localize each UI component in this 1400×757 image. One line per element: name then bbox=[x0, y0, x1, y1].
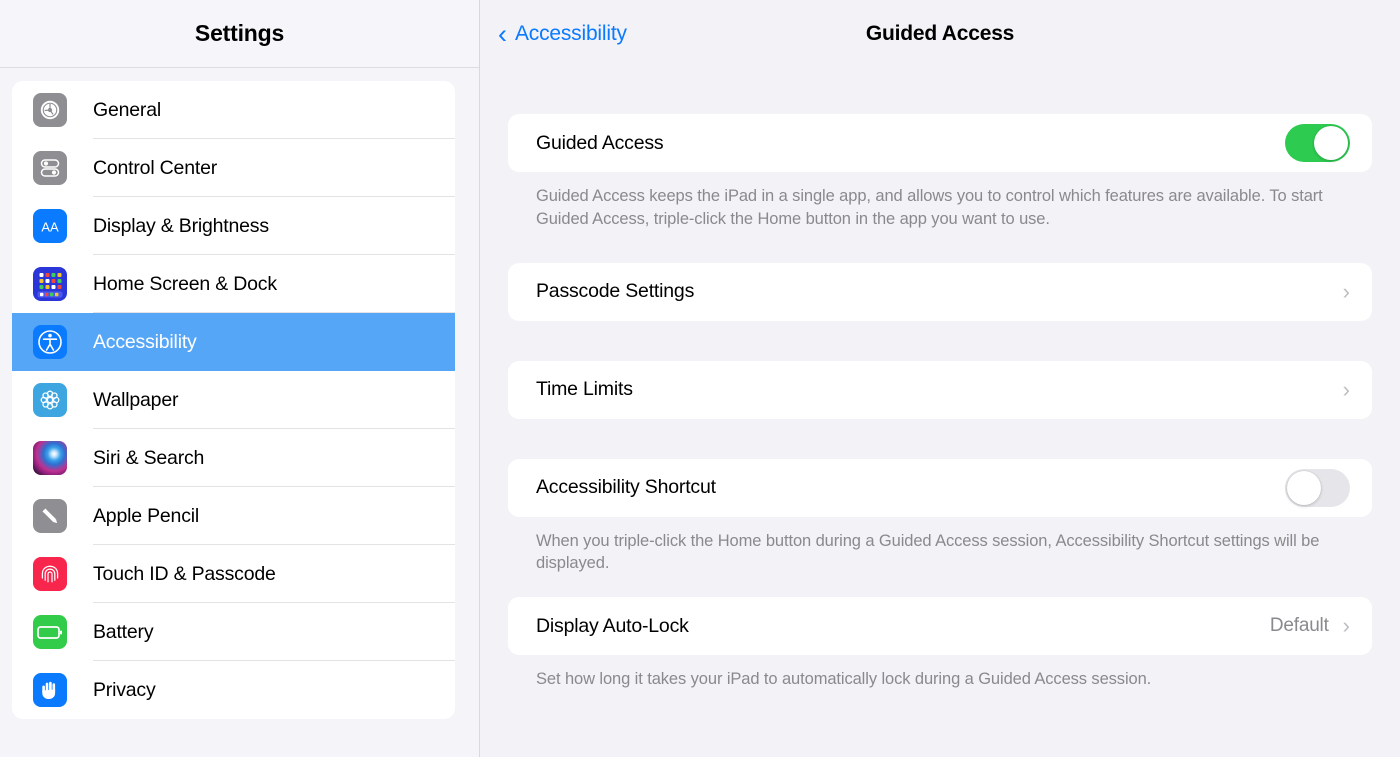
accessibility-shortcut-label: Accessibility Shortcut bbox=[536, 476, 716, 499]
sidebar-item-label: General bbox=[93, 98, 161, 121]
detail-header: ‹ Accessibility Guided Access bbox=[480, 0, 1400, 68]
time-limits-label: Time Limits bbox=[536, 378, 633, 401]
sidebar-item-wallpaper[interactable]: Wallpaper bbox=[12, 371, 455, 429]
text-size-aa-icon: AA bbox=[33, 209, 67, 243]
accessibility-shortcut-row[interactable]: Accessibility Shortcut bbox=[508, 459, 1372, 517]
pencil-icon bbox=[33, 499, 67, 533]
gear-icon bbox=[33, 93, 67, 127]
sidebar-item-label: Battery bbox=[93, 620, 154, 643]
chevron-left-icon: ‹ bbox=[498, 18, 507, 49]
sidebar-item-display-brightness[interactable]: AA Display & Brightness bbox=[12, 197, 455, 255]
page-title: Settings bbox=[194, 20, 285, 46]
sliders-icon bbox=[33, 151, 67, 185]
sidebar-list: General Control Center AA Display & Brig… bbox=[0, 68, 479, 757]
display-auto-lock-row[interactable]: Display Auto-Lock Default › bbox=[508, 597, 1372, 655]
guided-access-row[interactable]: Guided Access bbox=[508, 114, 1372, 172]
sidebar-item-label: Privacy bbox=[93, 678, 156, 701]
guided-access-label: Guided Access bbox=[536, 131, 664, 154]
app-grid-icon bbox=[33, 267, 67, 301]
sidebar-item-label: Display & Brightness bbox=[93, 214, 269, 237]
chevron-right-icon: › bbox=[1342, 278, 1350, 304]
toggle-knob bbox=[1314, 126, 1348, 160]
sidebar-item-label: Control Center bbox=[93, 156, 218, 179]
sidebar-item-label: Apple Pencil bbox=[93, 504, 200, 527]
sidebar-item-apple-pencil[interactable]: Apple Pencil bbox=[12, 487, 455, 545]
passcode-settings-row[interactable]: Passcode Settings › bbox=[508, 263, 1372, 321]
sidebar-item-control-center[interactable]: Control Center bbox=[12, 139, 455, 197]
accessibility-shortcut-toggle[interactable] bbox=[1285, 468, 1350, 507]
display-auto-lock-card: Display Auto-Lock Default › bbox=[508, 597, 1372, 656]
sidebar-item-siri-search[interactable]: Siri & Search bbox=[12, 429, 455, 487]
sidebar-header: Settings bbox=[0, 0, 479, 68]
display-auto-lock-value: Default bbox=[1269, 615, 1329, 637]
settings-split-view: Settings General Control Center AA Displ… bbox=[0, 0, 1400, 757]
time-limits-row[interactable]: Time Limits › bbox=[508, 361, 1372, 419]
back-button[interactable]: ‹ Accessibility bbox=[498, 18, 627, 49]
accessibility-shortcut-footnote: When you triple-click the Home button du… bbox=[536, 531, 1320, 573]
flower-icon bbox=[33, 383, 67, 417]
passcode-settings-label: Passcode Settings bbox=[536, 280, 695, 303]
guided-access-toggle[interactable] bbox=[1285, 124, 1350, 162]
sidebar-item-label: Home Screen & Dock bbox=[93, 272, 277, 295]
guided-access-footnote: Guided Access keeps the iPad in a single… bbox=[536, 187, 1323, 228]
chevron-right-icon: › bbox=[1342, 376, 1350, 402]
settings-sidebar: Settings General Control Center AA Displ… bbox=[0, 0, 480, 757]
back-button-label: Accessibility bbox=[515, 22, 627, 45]
sidebar-item-label: Siri & Search bbox=[93, 446, 205, 469]
toggle-knob bbox=[1287, 470, 1321, 505]
guided-access-card: Guided Access bbox=[508, 114, 1372, 172]
passcode-settings-card: Passcode Settings › bbox=[508, 262, 1372, 321]
detail-body: Guided Access Guided Access keeps the iP… bbox=[480, 68, 1400, 757]
sidebar-group: General Control Center AA Display & Brig… bbox=[12, 81, 455, 719]
time-limits-card: Time Limits › bbox=[508, 360, 1372, 419]
sidebar-item-home-screen-dock[interactable]: Home Screen & Dock bbox=[12, 255, 455, 313]
display-auto-lock-footnote: Set how long it takes your iPad to autom… bbox=[536, 670, 1152, 689]
sidebar-item-label: Touch ID & Passcode bbox=[93, 562, 276, 585]
siri-orb-icon bbox=[33, 441, 67, 475]
fingerprint-icon bbox=[33, 557, 67, 591]
sidebar-item-label: Accessibility bbox=[93, 330, 197, 353]
hand-icon bbox=[33, 673, 67, 707]
sidebar-item-touch-id-passcode[interactable]: Touch ID & Passcode bbox=[12, 545, 455, 603]
sidebar-item-general[interactable]: General bbox=[12, 81, 455, 139]
accessibility-shortcut-card: Accessibility Shortcut bbox=[508, 458, 1372, 517]
sidebar-item-battery[interactable]: Battery bbox=[12, 603, 455, 661]
sidebar-item-label: Wallpaper bbox=[93, 388, 179, 411]
display-auto-lock-label: Display Auto-Lock bbox=[536, 614, 689, 637]
accessibility-icon bbox=[33, 325, 67, 359]
battery-icon bbox=[33, 615, 67, 649]
detail-panel: ‹ Accessibility Guided Access Guided Acc… bbox=[480, 0, 1400, 757]
sidebar-item-accessibility[interactable]: Accessibility bbox=[12, 313, 455, 371]
svg-text:AA: AA bbox=[41, 220, 59, 235]
sidebar-item-privacy[interactable]: Privacy bbox=[12, 661, 455, 719]
chevron-right-icon: › bbox=[1342, 613, 1350, 639]
